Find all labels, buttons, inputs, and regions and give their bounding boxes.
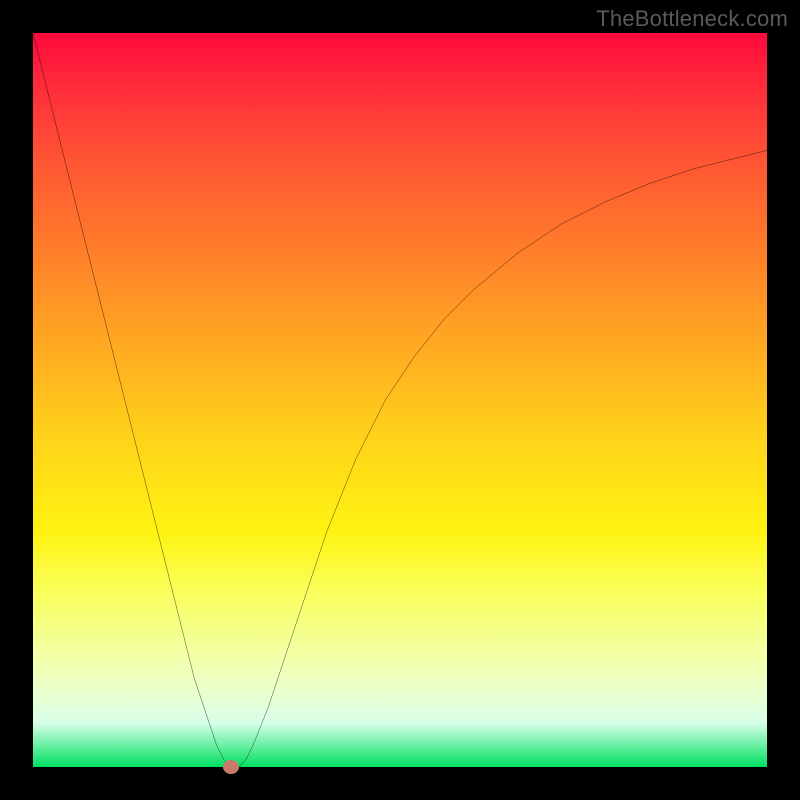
bottleneck-curve (33, 33, 767, 767)
curve-path (33, 33, 767, 767)
watermark-text: TheBottleneck.com (596, 6, 788, 32)
chart-frame: TheBottleneck.com (0, 0, 800, 800)
minimum-marker (223, 760, 239, 774)
